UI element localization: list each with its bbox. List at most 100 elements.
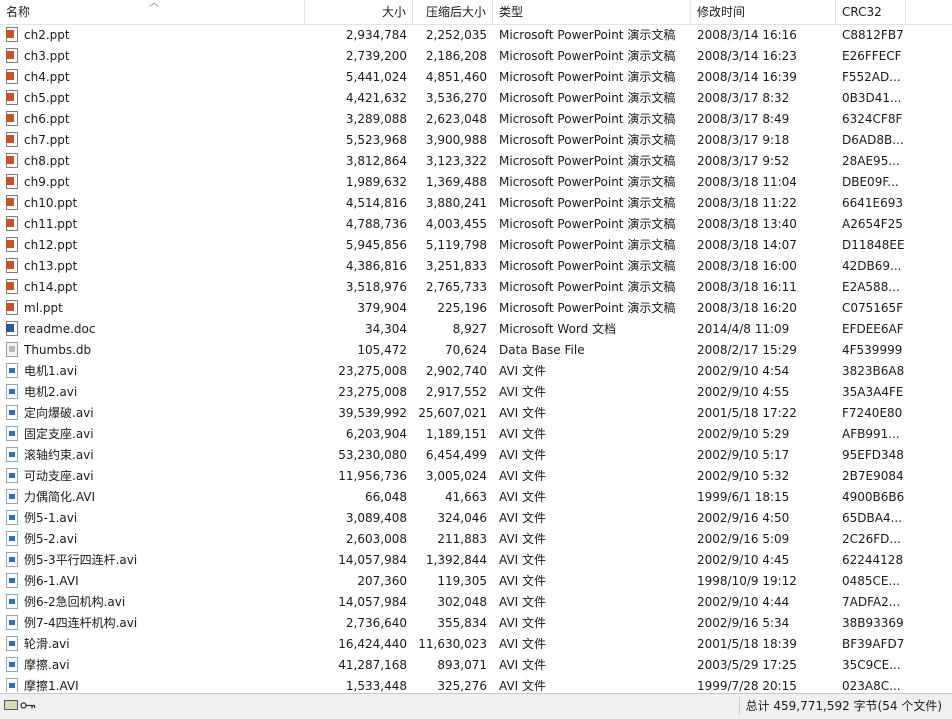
file-row[interactable]: 力偶简化.AVI 66,048 41,663 AVI 文件 1999/6/1 18:15… (0, 487, 952, 508)
file-size: 5,945,856 (345, 238, 407, 252)
file-row[interactable]: 例7-4四连杆机构.avi 2,736,640 355,834 AVI 文件 2002/… (0, 613, 952, 634)
file-packed: 6,454,499 (425, 448, 487, 462)
file-name: 固定支座.avi (24, 427, 94, 441)
file-row[interactable]: 例5-3平行四连杆.avi 14,057,984 1,392,844 AVI 文件 20… (0, 550, 952, 571)
file-size: 1,533,448 (345, 679, 407, 692)
file-modified: 2002/9/10 4:45 (697, 553, 790, 567)
file-row[interactable]: ml.ppt 379,904 225,196 Microsoft PowerPoint… (0, 298, 952, 319)
file-size: 4,788,736 (345, 217, 407, 231)
file-size: 2,736,640 (345, 616, 407, 630)
file-row[interactable]: ch6.ppt 3,289,088 2,623,048 Microsoft Power… (0, 109, 952, 130)
avi-file-icon (6, 468, 18, 483)
file-name: 例5-3平行四连杆.avi (24, 553, 138, 567)
file-crc: D6AD8B... (842, 133, 904, 147)
file-crc: 3823B6A8 (842, 364, 905, 378)
file-row[interactable]: 例5-2.avi 2,603,008 211,883 AVI 文件 2002/9/16 … (0, 529, 952, 550)
file-row[interactable]: 摩擦.avi 41,287,168 893,071 AVI 文件 2003/5/29 1… (0, 655, 952, 676)
file-row[interactable]: ch11.ppt 4,788,736 4,003,455 Microsoft Powe… (0, 214, 952, 235)
file-name: ch2.ppt (24, 28, 70, 42)
column-header-size[interactable]: 大小 (305, 0, 413, 24)
file-size: 2,603,008 (345, 532, 407, 546)
file-row[interactable]: 电机1.avi 23,275,008 2,902,740 AVI 文件 2002/9/1… (0, 361, 952, 382)
file-crc: BF39AFD7 (842, 637, 905, 651)
file-name: 定向爆破.avi (24, 406, 94, 420)
file-type: Microsoft PowerPoint 演示文稿 (499, 196, 676, 210)
file-row[interactable]: 可动支座.avi 11,956,736 3,005,024 AVI 文件 2002/9/… (0, 466, 952, 487)
file-size: 3,289,088 (345, 112, 407, 126)
column-header-modified[interactable]: 修改时间 (691, 0, 836, 24)
file-modified: 2008/3/14 16:39 (697, 70, 797, 84)
file-crc: 42DB69... (842, 259, 902, 273)
avi-file-icon (6, 615, 18, 630)
avi-file-icon (6, 510, 18, 525)
file-packed: 355,834 (437, 616, 487, 630)
file-row[interactable]: ch7.ppt 5,523,968 3,900,988 Microsoft Power… (0, 130, 952, 151)
file-modified: 1998/10/9 19:12 (697, 574, 797, 588)
ppt-file-icon (6, 258, 18, 273)
file-name: 例5-2.avi (24, 532, 78, 546)
avi-file-icon (6, 363, 18, 378)
file-row[interactable]: Thumbs.db 105,472 70,624 Data Base File 2008… (0, 340, 952, 361)
file-modified: 2008/3/17 9:18 (697, 133, 790, 147)
file-row[interactable]: ch5.ppt 4,421,632 3,536,270 Microsoft Power… (0, 88, 952, 109)
file-size: 14,057,984 (338, 553, 407, 567)
file-size: 66,048 (365, 490, 407, 504)
file-row[interactable]: 固定支座.avi 6,203,904 1,189,151 AVI 文件 2002/9/1… (0, 424, 952, 445)
file-row[interactable]: 例5-1.avi 3,089,408 324,046 AVI 文件 2002/9/16 … (0, 508, 952, 529)
file-packed: 1,189,151 (425, 427, 487, 441)
file-row[interactable]: ch3.ppt 2,739,200 2,186,208 Microsoft Power… (0, 46, 952, 67)
file-name: Thumbs.db (24, 343, 92, 357)
column-header-type[interactable]: 类型 (493, 0, 691, 24)
file-row[interactable]: 例6-2急回机构.avi 14,057,984 302,048 AVI 文件 2002/… (0, 592, 952, 613)
file-size: 1,989,632 (345, 175, 407, 189)
file-type: AVI 文件 (499, 469, 547, 483)
file-size: 41,287,168 (338, 658, 407, 672)
avi-file-icon (6, 531, 18, 546)
file-type: AVI 文件 (499, 385, 547, 399)
file-crc: D11848EE (842, 238, 905, 252)
file-row[interactable]: 电机2.avi 23,275,008 2,917,552 AVI 文件 2002/9/1… (0, 382, 952, 403)
file-row[interactable]: ch12.ppt 5,945,856 5,119,798 Microsoft Powe… (0, 235, 952, 256)
file-size: 4,514,816 (345, 196, 407, 210)
file-name: 例7-4四连杆机构.avi (24, 616, 138, 630)
file-modified: 2002/9/10 4:55 (697, 385, 790, 399)
file-name: ch9.ppt (24, 175, 70, 189)
column-header-type-label: 类型 (499, 5, 524, 19)
file-crc: 62244128 (842, 553, 904, 567)
file-type: AVI 文件 (499, 679, 547, 692)
file-crc: EFDEE6AF (842, 322, 904, 336)
file-list[interactable]: ch2.ppt 2,934,784 2,252,035 Microsoft Power… (0, 25, 952, 692)
file-row[interactable]: 定向爆破.avi 39,539,992 25,607,021 AVI 文件 2001/5… (0, 403, 952, 424)
ppt-file-icon (6, 69, 18, 84)
avi-file-icon (6, 594, 18, 609)
file-modified: 2008/3/17 8:32 (697, 91, 790, 105)
ppt-file-icon (6, 111, 18, 126)
file-type: Microsoft PowerPoint 演示文稿 (499, 91, 676, 105)
file-packed: 2,902,740 (425, 364, 487, 378)
file-name: ch3.ppt (24, 49, 70, 63)
column-header-packed-size[interactable]: 压缩后大小 (413, 0, 493, 24)
file-row[interactable]: 摩擦1.AVI 1,533,448 325,276 AVI 文件 1999/7/28 2… (0, 676, 952, 692)
avi-file-icon (6, 405, 18, 420)
file-row[interactable]: 轮滑.avi 16,424,440 11,630,023 AVI 文件 2001/5/1… (0, 634, 952, 655)
column-header-crc32[interactable]: CRC32 (836, 0, 906, 24)
file-row[interactable]: readme.doc 34,304 8,927 Microsoft Word 文档 20… (0, 319, 952, 340)
file-row[interactable]: ch9.ppt 1,989,632 1,369,488 Microsoft Power… (0, 172, 952, 193)
file-type: AVI 文件 (499, 364, 547, 378)
file-row[interactable]: ch2.ppt 2,934,784 2,252,035 Microsoft Power… (0, 25, 952, 46)
file-name: ch6.ppt (24, 112, 70, 126)
file-size: 23,275,008 (338, 364, 407, 378)
file-row[interactable]: ch14.ppt 3,518,976 2,765,733 Microsoft Powe… (0, 277, 952, 298)
db-file-icon (6, 342, 18, 357)
file-modified: 2014/4/8 11:09 (697, 322, 790, 336)
file-row[interactable]: ch10.ppt 4,514,816 3,880,241 Microsoft Powe… (0, 193, 952, 214)
file-row[interactable]: ch4.ppt 5,441,024 4,851,460 Microsoft Power… (0, 67, 952, 88)
file-name: 例6-1.AVI (24, 574, 79, 588)
file-name: 电机1.avi (24, 364, 78, 378)
file-size: 23,275,008 (338, 385, 407, 399)
file-crc: 2C26FD... (842, 532, 901, 546)
file-row[interactable]: ch13.ppt 4,386,816 3,251,833 Microsoft Powe… (0, 256, 952, 277)
file-row[interactable]: ch8.ppt 3,812,864 3,123,322 Microsoft Power… (0, 151, 952, 172)
file-row[interactable]: 例6-1.AVI 207,360 119,305 AVI 文件 1998/10/9 19… (0, 571, 952, 592)
file-row[interactable]: 滚轴约束.avi 53,230,080 6,454,499 AVI 文件 2002/9/… (0, 445, 952, 466)
